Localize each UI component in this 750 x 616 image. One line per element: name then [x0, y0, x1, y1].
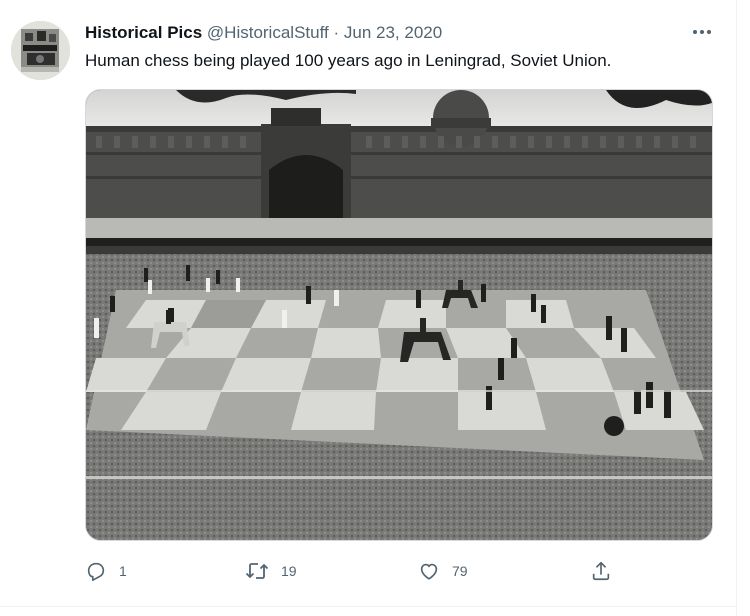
reply-button[interactable]: 1 [85, 556, 127, 586]
tweet-actions: 1 19 79 [85, 556, 725, 586]
tweet-card[interactable]: Historical Pics @HistoricalStuff · Jun 2… [0, 0, 737, 616]
tweet-text: Human chess being played 100 years ago i… [85, 51, 612, 70]
display-name[interactable]: Historical Pics [85, 23, 202, 42]
tweet-date[interactable]: Jun 23, 2020 [344, 23, 442, 42]
divider [0, 606, 737, 607]
share-button[interactable] [590, 556, 612, 586]
handle[interactable]: @HistoricalStuff [207, 23, 329, 42]
retweet-button[interactable]: 19 [245, 556, 297, 586]
tweet-header: Historical Pics @HistoricalStuff · Jun 2… [85, 22, 442, 44]
reply-count: 1 [119, 563, 127, 579]
reply-icon [87, 562, 105, 581]
more-horizontal-icon [693, 30, 711, 34]
retweet-icon [245, 563, 269, 579]
more-options-button[interactable] [688, 20, 716, 44]
share-icon [592, 561, 610, 581]
tweet-photo[interactable] [85, 89, 713, 541]
heart-icon [420, 563, 438, 580]
avatar[interactable] [11, 21, 70, 80]
retweet-count: 19 [281, 563, 297, 579]
avatar-image [11, 21, 70, 80]
photo-chess-square [86, 90, 712, 540]
separator: · [333, 23, 340, 42]
like-count: 79 [452, 563, 468, 579]
like-button[interactable]: 79 [418, 556, 468, 586]
